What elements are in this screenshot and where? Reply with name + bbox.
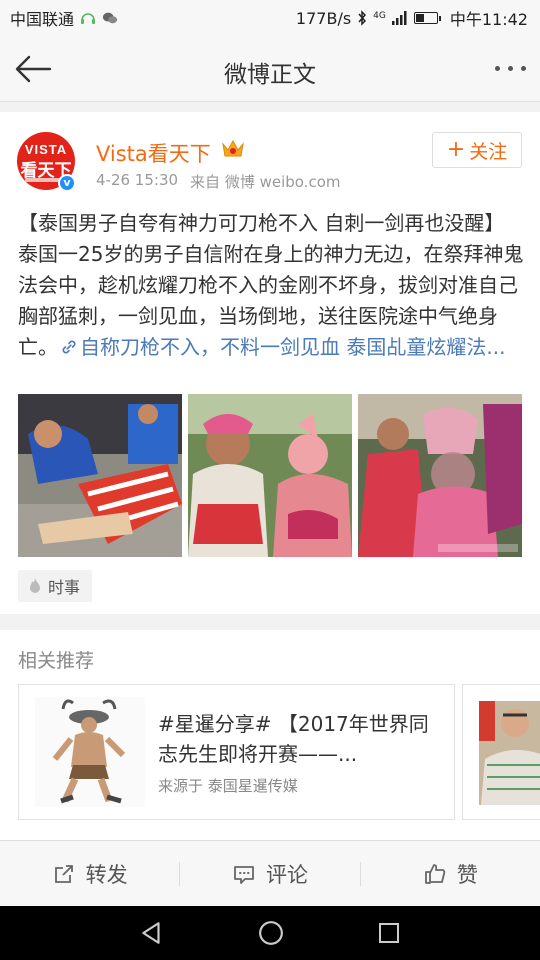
system-nav-bar <box>0 906 540 960</box>
post-source: 来自 微博 weibo.com <box>190 173 341 191</box>
network-type: 4G <box>373 11 386 21</box>
post-image-3[interactable] <box>358 394 522 557</box>
verified-badge-icon: v <box>58 174 76 192</box>
system-recents-icon[interactable] <box>377 921 401 945</box>
bluetooth-icon <box>358 10 367 26</box>
photo-ritual-blurred <box>358 394 522 557</box>
related-card-source: 来源于 泰国星暹传媒 <box>158 777 298 795</box>
repost-label: 转发 <box>85 862 128 887</box>
article-link-text: 自称刀枪不入，不料一剑见血 泰国乩童炫耀法... <box>80 335 506 359</box>
follow-button[interactable]: + 关注 <box>432 132 522 168</box>
carrier-label: 中国联通 <box>10 10 75 29</box>
network-speed: 177B/s <box>295 8 352 28</box>
related-section: 相关推荐 #星暹分享# 【2017年世界同志先生即将开赛——... 来源于 泰国… <box>0 630 540 840</box>
related-card-title: #星暹分享# 【2017年世界同志先生即将开赛——... <box>158 712 429 766</box>
plus-icon: + <box>446 137 466 162</box>
related-card[interactable]: #星暹分享# 【2017年世界同志先生即将开赛——... 来源于 泰国星暹传媒 <box>18 684 455 820</box>
photo-ritual-masks <box>188 394 352 557</box>
action-bar: 转发 评论 赞 <box>0 840 540 906</box>
comment-button[interactable]: 评论 <box>180 859 359 889</box>
post-image-1[interactable] <box>18 394 182 557</box>
username[interactable]: Vista看天下 <box>96 138 211 168</box>
comment-label: 评论 <box>265 862 308 887</box>
weibo-post: VISTA 看天下 v Vista看天下 4-26 15:30 来自 微博 we… <box>0 112 540 614</box>
post-meta: 4-26 15:30 来自 微博 weibo.com <box>96 171 341 192</box>
vip-crown-icon <box>222 139 244 157</box>
more-options-icon[interactable] <box>495 66 526 71</box>
status-bar-left: 中国联通 <box>10 6 118 30</box>
article-link[interactable]: 自称刀枪不入，不料一剑见血 泰国乩童炫耀法... <box>58 335 505 359</box>
avatar-logo-top: VISTA <box>24 142 68 157</box>
system-back-icon[interactable] <box>139 920 165 946</box>
post-body: 【泰国男子自夸有神力可刀枪不入 自刺一剑再也没醒】泰国一25岁的男子自信附在身上… <box>18 208 524 363</box>
clock: 中午11:42 <box>449 10 528 29</box>
topic-tag[interactable]: 时事 <box>18 570 93 602</box>
wechat-notification-icon <box>102 12 118 24</box>
thumbs-up-icon <box>424 863 446 884</box>
signal-icon <box>391 11 407 25</box>
topic-tag-label: 时事 <box>48 578 81 597</box>
follow-label: 关注 <box>469 140 508 163</box>
status-bar: 中国联通 177B/s 4G 中午11:42 <box>0 0 540 36</box>
page-title: 微博正文 <box>224 62 316 88</box>
like-button[interactable]: 赞 <box>361 859 540 889</box>
post-image-2[interactable] <box>188 394 352 557</box>
battery-icon <box>413 12 441 24</box>
repost-icon <box>54 864 73 883</box>
repost-button[interactable]: 转发 <box>0 859 179 889</box>
photo-crowd-ground <box>18 394 182 557</box>
link-icon <box>62 340 76 354</box>
nav-bar: 微博正文 <box>0 36 540 102</box>
related-card-image <box>35 697 145 807</box>
comment-icon <box>234 865 254 884</box>
post-images <box>18 394 522 557</box>
related-card-next-image <box>463 685 540 819</box>
headset-notification-icon <box>81 13 96 24</box>
system-home-icon[interactable] <box>258 920 284 946</box>
like-label: 赞 <box>456 862 478 887</box>
status-bar-right: 177B/s 4G 中午11:42 <box>296 6 528 30</box>
related-card-next[interactable] <box>462 684 540 820</box>
related-title: 相关推荐 <box>18 650 95 672</box>
flame-icon <box>30 578 40 593</box>
post-date: 4-26 15:30 <box>96 171 179 189</box>
